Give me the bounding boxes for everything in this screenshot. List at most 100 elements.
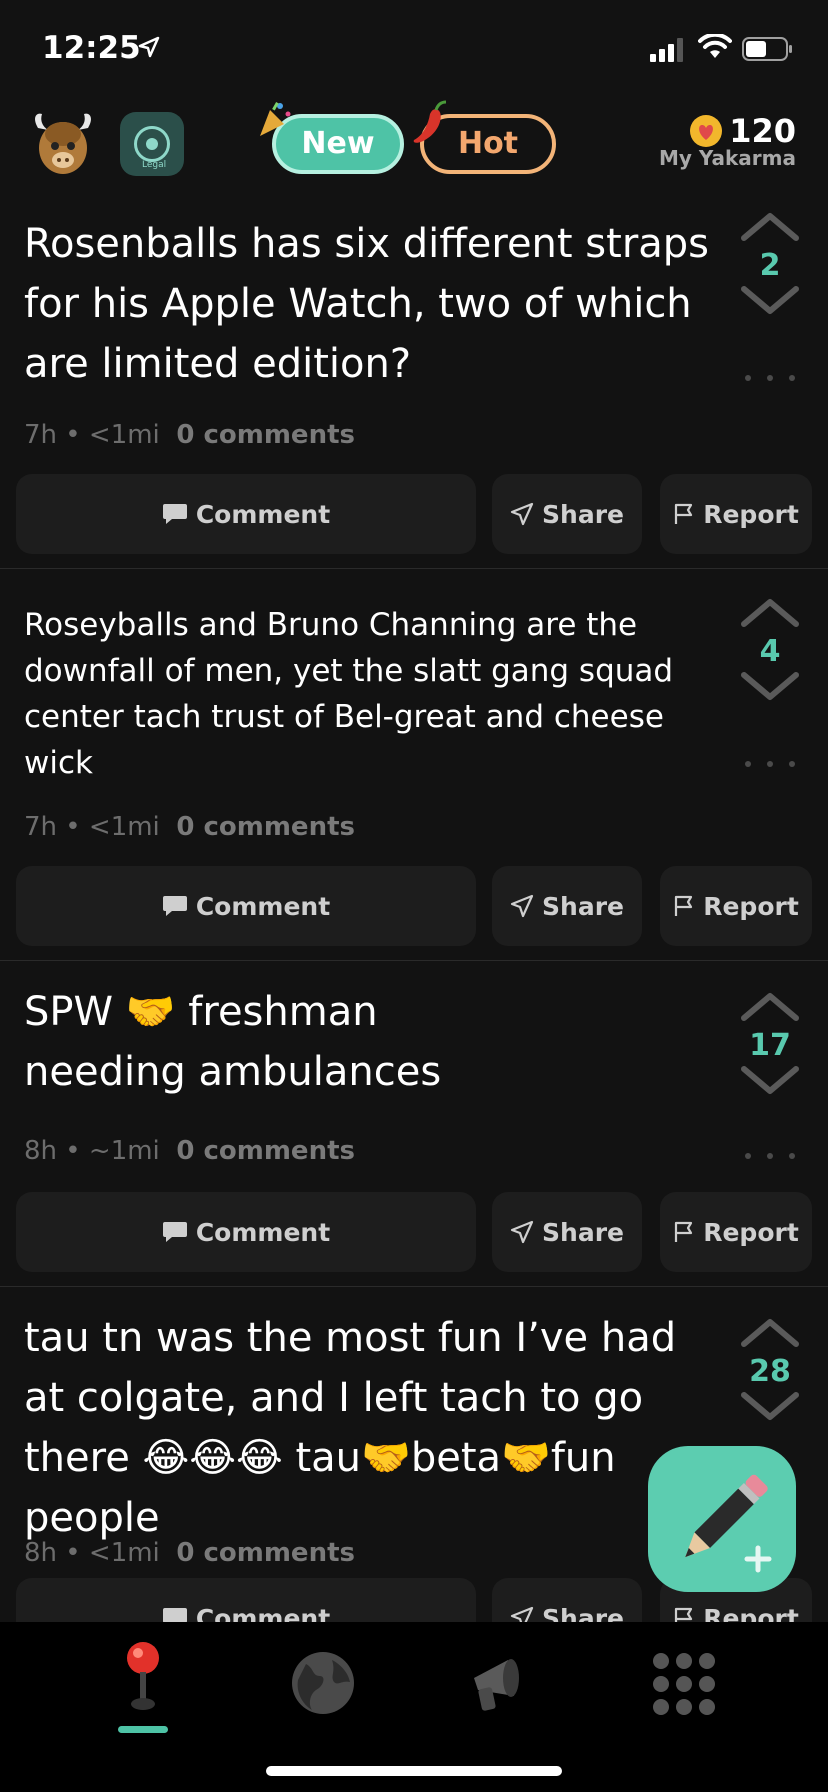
post-actions: Comment Share Report	[16, 474, 812, 554]
post-distance: <1mi	[88, 420, 160, 450]
post-text[interactable]: tau tn was the most fun I’ve had at colg…	[24, 1308, 724, 1548]
chili-icon	[413, 100, 447, 143]
comment-label: Comment	[195, 891, 331, 921]
post-meta: 8h • ~1mi 0 comments	[24, 1136, 355, 1166]
home-indicator[interactable]	[266, 1766, 562, 1776]
vote-count: 4	[759, 634, 781, 669]
post-age: 7h	[24, 420, 58, 450]
post-comment-count[interactable]: 0 comments	[176, 1136, 355, 1166]
meta-separator: •	[65, 812, 81, 842]
post-distance: ~1mi	[88, 1136, 160, 1166]
comment-button[interactable]: Comment	[16, 474, 476, 554]
post-comment-count[interactable]: 0 comments	[176, 812, 355, 842]
post-actions: Comment Share Report	[16, 1192, 812, 1272]
report-label: Report	[703, 891, 799, 921]
downvote-icon[interactable]	[738, 1389, 802, 1423]
post-comment-count[interactable]: 0 comments	[176, 1538, 355, 1568]
vote-count: 17	[749, 1028, 791, 1063]
comment-label: Comment	[195, 1603, 331, 1623]
vote-control: 2	[730, 210, 810, 321]
share-icon	[510, 502, 534, 526]
upvote-icon[interactable]	[738, 596, 802, 630]
top-bar: Legal New Hot 120 My Yakarma	[0, 100, 828, 190]
downvote-icon[interactable]	[738, 1063, 802, 1097]
status-bar: 12:25	[0, 0, 828, 100]
upvote-icon[interactable]	[738, 1316, 802, 1350]
post-age: 8h	[24, 1136, 58, 1166]
meta-separator: •	[65, 1538, 81, 1568]
herd-dot	[146, 138, 158, 150]
status-time: 12:25	[42, 30, 141, 66]
comment-button[interactable]: Comment	[16, 1192, 476, 1272]
comment-button[interactable]: Comment	[16, 866, 476, 946]
meta-separator: •	[65, 420, 81, 450]
meta-separator: •	[65, 1136, 81, 1166]
share-button[interactable]: Share	[492, 866, 642, 946]
comment-icon	[162, 896, 187, 916]
post-card: Rosenballs has six different straps for …	[0, 190, 828, 569]
post-meta: 7h • <1mi 0 comments	[24, 420, 355, 450]
compose-pencil-icon	[685, 1474, 772, 1573]
comment-icon	[162, 504, 187, 524]
report-button[interactable]: Report	[660, 474, 812, 554]
report-button[interactable]: Report	[660, 1192, 812, 1272]
report-flag-icon	[675, 503, 693, 524]
post-comment-count[interactable]: 0 comments	[176, 420, 355, 450]
report-flag-icon	[675, 895, 693, 916]
downvote-icon[interactable]	[738, 283, 802, 317]
upvote-icon[interactable]	[738, 990, 802, 1024]
share-label: Share	[542, 1603, 624, 1623]
yak-avatar-icon[interactable]	[28, 110, 98, 180]
post-distance: <1mi	[88, 1538, 160, 1568]
share-icon	[510, 1606, 534, 1622]
share-label: Share	[542, 891, 624, 921]
location-arrow-icon	[138, 36, 160, 58]
signal-icon	[650, 38, 683, 62]
active-tab-indicator	[118, 1726, 168, 1733]
post-actions: Comment Share Report	[16, 866, 812, 946]
share-icon	[510, 894, 534, 918]
heart-icon	[690, 115, 723, 147]
vote-count: 2	[759, 248, 781, 283]
megaphone-icon[interactable]	[464, 1648, 538, 1714]
share-button[interactable]: Share	[492, 474, 642, 554]
joystick-icon[interactable]	[120, 1640, 166, 1714]
report-flag-icon	[675, 1607, 693, 1622]
report-label: Report	[703, 499, 799, 529]
wifi-icon	[698, 34, 732, 58]
yakarma-counter[interactable]: 120 My Yakarma	[659, 112, 796, 170]
post-age: 7h	[24, 812, 58, 842]
vote-count: 28	[749, 1354, 791, 1389]
herd-icon[interactable]: Legal	[120, 112, 184, 176]
share-label: Share	[542, 499, 624, 529]
more-dots-icon[interactable]	[740, 374, 800, 382]
share-button[interactable]: Share	[492, 1578, 642, 1622]
comment-button[interactable]: Comment	[16, 1578, 476, 1622]
grid-icon[interactable]	[650, 1650, 718, 1718]
report-label: Report	[703, 1217, 799, 1247]
post-distance: <1mi	[88, 812, 160, 842]
vote-control: 28	[730, 1316, 810, 1427]
yakarma-label: My Yakarma	[658, 146, 796, 170]
post-text[interactable]: Roseyballs and Bruno Channing are the do…	[24, 602, 674, 786]
post-text[interactable]: SPW 🤝 freshman needing ambulances	[24, 982, 484, 1102]
comment-label: Comment	[195, 1217, 331, 1247]
upvote-icon[interactable]	[738, 210, 802, 244]
bottom-tab-bar	[0, 1622, 828, 1792]
report-label: Report	[703, 1603, 799, 1623]
post-meta: 7h • <1mi 0 comments	[24, 812, 355, 842]
post-text[interactable]: Rosenballs has six different straps for …	[24, 214, 714, 394]
vote-control: 17	[730, 990, 810, 1101]
report-button[interactable]: Report	[660, 866, 812, 946]
compose-button[interactable]	[648, 1446, 796, 1592]
report-flag-icon	[675, 1221, 693, 1242]
post-age: 8h	[24, 1538, 58, 1568]
comment-icon	[162, 1222, 187, 1242]
vote-control: 4	[730, 596, 810, 707]
globe-icon[interactable]	[290, 1650, 356, 1716]
more-dots-icon[interactable]	[740, 760, 800, 768]
more-dots-icon[interactable]	[740, 1152, 800, 1160]
post-meta: 8h • <1mi 0 comments	[24, 1538, 355, 1568]
share-button[interactable]: Share	[492, 1192, 642, 1272]
downvote-icon[interactable]	[738, 669, 802, 703]
